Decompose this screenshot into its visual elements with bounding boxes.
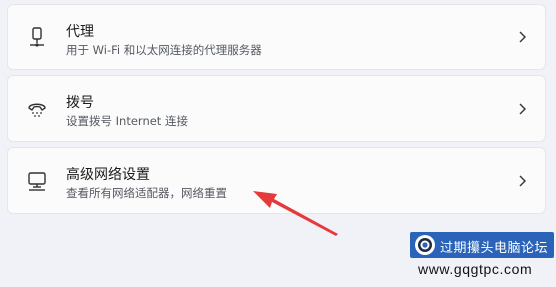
dialup-description: 设置拨号 Internet 连接 <box>66 114 188 128</box>
chevron-right-icon <box>517 102 527 116</box>
dialup-icon <box>26 98 48 120</box>
advanced-network-description: 查看所有网络适配器，网络重置 <box>66 186 227 200</box>
watermark: 过期攥头电脑论坛 www.gqgtpc.com <box>410 232 554 284</box>
watermark-url: www.gqgtpc.com <box>418 261 533 277</box>
proxy-title: 代理 <box>66 24 94 40</box>
dialup-title: 拨号 <box>66 95 94 111</box>
watermark-logo-icon <box>414 234 436 256</box>
proxy-description: 用于 Wi-Fi 和以太网连接的代理服务器 <box>66 43 262 57</box>
chevron-right-icon <box>517 174 527 188</box>
computer-network-icon <box>26 170 48 192</box>
watermark-name: 过期攥头电脑论坛 <box>440 241 549 256</box>
annotation-arrow-icon <box>250 188 340 244</box>
proxy-icon <box>26 26 48 48</box>
watermark-badge: 过期攥头电脑论坛 <box>410 232 554 258</box>
chevron-right-icon <box>517 30 527 44</box>
dialup-settings-item[interactable]: 拨号 设置拨号 Internet 连接 <box>7 75 546 142</box>
proxy-settings-item[interactable]: 代理 用于 Wi-Fi 和以太网连接的代理服务器 <box>7 4 546 70</box>
advanced-network-title: 高级网络设置 <box>66 167 150 183</box>
